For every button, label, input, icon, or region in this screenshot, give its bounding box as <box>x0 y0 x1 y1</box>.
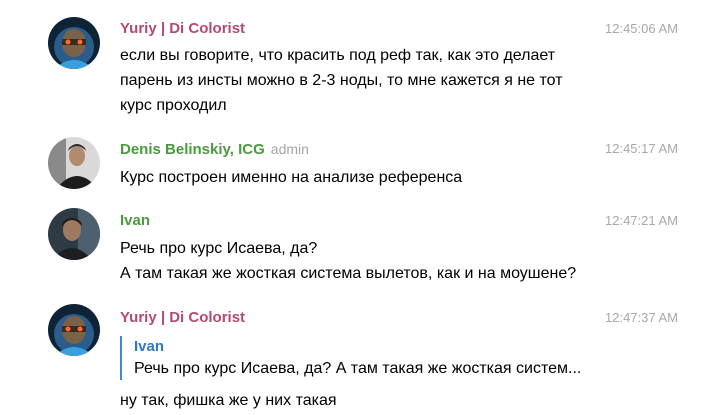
avatar-ivan[interactable] <box>48 208 100 260</box>
timestamp: 12:47:21 AM <box>605 213 678 228</box>
reply-text: Речь про курс Исаева, да? А там такая же… <box>134 360 582 377</box>
avatar-image <box>48 17 100 69</box>
reply-author: Ivan <box>134 338 165 355</box>
avatar-denis[interactable] <box>48 137 100 189</box>
avatar-image <box>48 304 100 356</box>
timestamp: 12:45:17 AM <box>605 141 678 156</box>
role-badge: admin <box>270 141 309 157</box>
reply-quote[interactable]: Ivan Речь про курс Исаева, да? А там так… <box>120 336 581 380</box>
message-text: Курс построен именно на анализе референс… <box>120 169 463 186</box>
timestamp: 12:45:06 AM <box>605 21 678 36</box>
timestamp: 12:47:37 AM <box>605 310 678 325</box>
message-text: если вы говорите, что красить под реф та… <box>120 47 563 114</box>
message-text: Речь про курс Исаева, да? А там такая же… <box>120 240 577 282</box>
author-name[interactable]: Denis Belinskiy, ICG admin <box>120 141 309 158</box>
avatar-yuriy[interactable] <box>48 17 100 69</box>
author-name[interactable]: Ivan <box>120 212 150 229</box>
avatar-image <box>48 137 100 189</box>
author-name[interactable]: Yuriy | Di Colorist <box>120 20 245 37</box>
avatar-image <box>48 208 100 260</box>
avatar-yuriy[interactable] <box>48 304 100 356</box>
author-name[interactable]: Yuriy | Di Colorist <box>120 309 245 326</box>
author-name-text: Denis Belinskiy, ICG <box>120 141 265 158</box>
message-text: ну так, фишка же у них такая <box>120 392 337 409</box>
